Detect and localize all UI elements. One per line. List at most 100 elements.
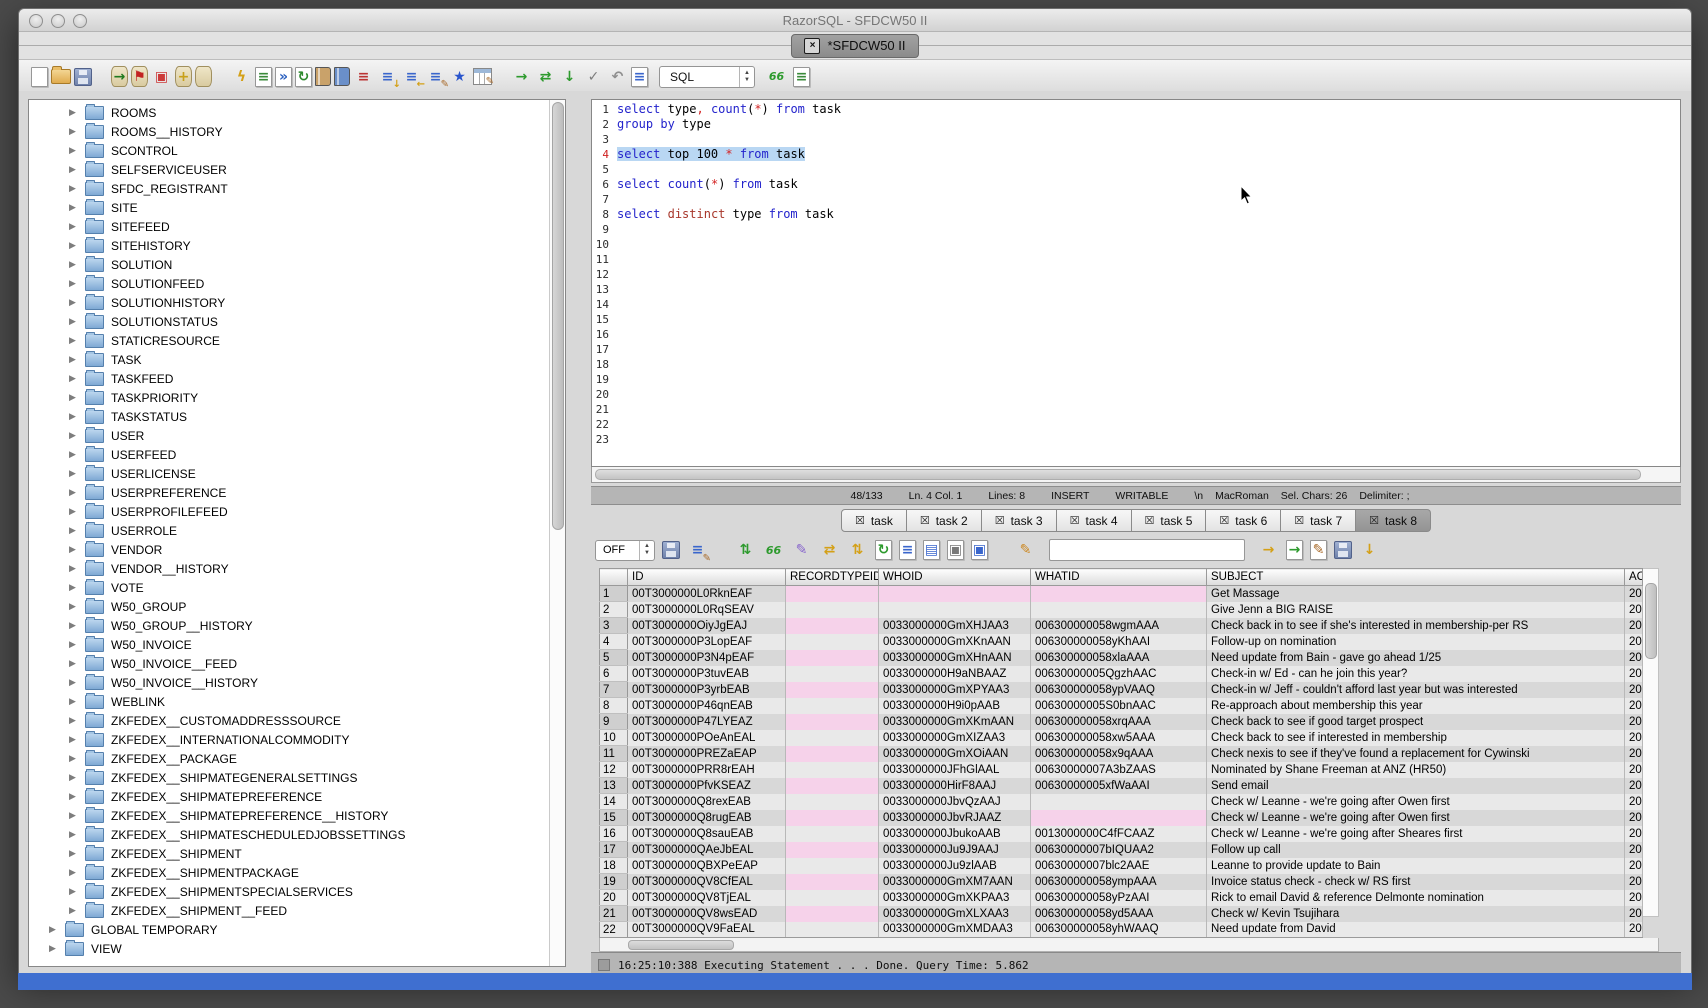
tab-close-icon[interactable]: ☒ [1219,514,1229,527]
grid-column-header[interactable]: SUBJECT [1207,569,1625,586]
grid-cell[interactable]: Check back to see if good target prospec… [1207,714,1625,730]
grid-cell[interactable]: 200 [1625,714,1643,730]
result-tab[interactable]: ☒task 6 [1206,509,1281,532]
disclosure-triangle-icon[interactable]: ▶ [69,564,78,574]
grid-cell[interactable] [786,794,879,810]
limit-select[interactable]: OFF ▲▼ [595,540,655,561]
disclosure-triangle-icon[interactable]: ▶ [69,716,78,726]
grid-cell[interactable]: 006300000058yhWAAQ [1031,922,1207,938]
grid-cell[interactable]: 200 [1625,890,1643,906]
result-tab[interactable]: ☒task 2 [907,509,982,532]
tree-item[interactable]: ▶SOLUTIONFEED [29,274,565,293]
connect-icon[interactable]: → [111,66,128,87]
tab-close-icon[interactable]: ☒ [995,514,1005,527]
disclosure-triangle-icon[interactable]: ▶ [69,678,78,688]
copy-pencil-icon[interactable]: ✎ [791,540,812,561]
grid-cell[interactable]: 200 [1625,618,1643,634]
grid-cell[interactable]: Follow up call [1207,842,1625,858]
grid-cell[interactable] [786,874,879,890]
grid-cell[interactable]: 006300000058yd5AAA [1031,906,1207,922]
table-row[interactable]: 1000T3000000POeAnEAL0033000000GmXIZAA300… [600,730,1643,746]
grid-cell[interactable] [786,778,879,794]
grid-cell[interactable]: 006300000058xlaAAA [1031,650,1207,666]
grid-cell[interactable]: 00630000007blc2AAE [1031,858,1207,874]
grid-cell[interactable]: 200 [1625,858,1643,874]
disclosure-triangle-icon[interactable]: ▶ [69,184,78,194]
grid-cell[interactable]: 00T3000000PfvKSEAZ [628,778,786,794]
grid-cell[interactable]: 0033000000JFhGlAAL [879,762,1031,778]
grid-cell[interactable] [879,602,1031,618]
disclosure-triangle-icon[interactable]: ▶ [69,507,78,517]
grid-cell[interactable] [786,682,879,698]
grid-cell[interactable] [786,842,879,858]
grid-hscrollbar[interactable] [599,938,1659,952]
grid-cell[interactable]: 00T3000000QV8wsEAD [628,906,786,922]
tree-item[interactable]: ▶ZKFEDEX__SHIPMENTPACKAGE [29,863,565,882]
grid-cell[interactable]: 006300000058xw5AAA [1031,730,1207,746]
result-grid[interactable]: IDRECORDTYPEIDWHOIDWHATIDSUBJECTAC100T30… [599,568,1643,938]
grid-cell[interactable]: Nominated by Shane Freeman at ANZ (HR50) [1207,762,1625,778]
result-tab[interactable]: ☒task 4 [1057,509,1132,532]
align-lines-icon[interactable]: ≡← [401,66,422,87]
disclosure-triangle-icon[interactable]: ▶ [69,241,78,251]
grid-cell[interactable]: Need update from Bain - gave go ahead 1/… [1207,650,1625,666]
grid-cell[interactable]: 200 [1625,746,1643,762]
grid-cell[interactable] [786,746,879,762]
disclosure-triangle-icon[interactable]: ▶ [69,906,78,916]
grid-cell[interactable] [786,730,879,746]
grid-cell[interactable]: 0033000000JbukoAAB [879,826,1031,842]
tree-item[interactable]: ▶W50_GROUP [29,597,565,616]
grid-cell[interactable]: 00T3000000QV9FaEAL [628,922,786,938]
table-row[interactable]: 300T3000000OiyJgEAJ0033000000GmXHJAA3006… [600,618,1643,634]
disconnect-icon[interactable]: ⚑ [131,66,148,87]
tree-scrollbar-thumb[interactable] [552,102,564,530]
table-row[interactable]: 700T3000000P3yrbEAB0033000000GmXPYAA3006… [600,682,1643,698]
tree-item[interactable]: ▶ZKFEDEX__SHIPMENT__FEED [29,901,565,920]
grid-cell[interactable]: Send email [1207,778,1625,794]
download-icon[interactable]: ↓ [1359,540,1380,561]
execute-bolt-icon[interactable]: ϟ [231,66,252,87]
result-tab[interactable]: ☒task 7 [1281,509,1356,532]
grid-cell[interactable]: 00T3000000P3yrbEAB [628,682,786,698]
grid-cell[interactable]: Need update from David [1207,922,1625,938]
disclosure-triangle-icon[interactable]: ▶ [69,317,78,327]
tree-item[interactable]: ▶VOTE [29,578,565,597]
export-page-icon[interactable]: » [275,67,292,87]
grid-cell[interactable] [786,714,879,730]
history-list-icon[interactable]: ≡ [353,66,374,87]
disclosure-triangle-icon[interactable]: ▶ [69,792,78,802]
disclosure-triangle-icon[interactable]: ▶ [69,602,78,612]
tree-item[interactable]: ▶ZKFEDEX__SHIPMENT [29,844,565,863]
grid-cell[interactable]: 00T3000000P3N4pEAF [628,650,786,666]
grid-cell[interactable]: Check-in w/ Jeff - couldn't afford last … [1207,682,1625,698]
table-row[interactable]: 1900T3000000QV8CfEAL0033000000GmXM7AAN00… [600,874,1643,890]
new-connection-icon[interactable]: + [175,66,192,87]
tree-item[interactable]: ▶SOLUTIONSTATUS [29,312,565,331]
document-tab[interactable]: × *SFDCW50 II [791,34,918,58]
result-tab[interactable]: ☒task [841,509,907,532]
table-row[interactable]: 2100T3000000QV8wsEAD0033000000GmXLXAA300… [600,906,1643,922]
grid-cell[interactable]: Check nexis to see if they've found a re… [1207,746,1625,762]
disclosure-triangle-icon[interactable]: ▶ [69,450,78,460]
editor-hscrollbar[interactable] [591,467,1681,483]
disclosure-triangle-icon[interactable]: ▶ [49,944,58,954]
disclosure-triangle-icon[interactable]: ▶ [69,849,78,859]
grid-search-input[interactable] [1049,539,1245,561]
table-row[interactable]: 1200T3000000PRR8rEAH0033000000JFhGlAAL00… [600,762,1643,778]
grid-cell[interactable] [786,618,879,634]
grid-cell[interactable]: 0033000000GmXIZAA3 [879,730,1031,746]
log-note-icon[interactable]: ≡ [631,67,648,87]
grid-cell[interactable]: 00T3000000OiyJgEAJ [628,618,786,634]
zoom-window-button[interactable] [73,14,87,28]
grid-cell[interactable]: 200 [1625,842,1643,858]
grid-column-header[interactable]: AC [1625,569,1643,586]
grid-cell[interactable]: 200 [1625,810,1643,826]
disclosure-triangle-icon[interactable]: ▶ [69,165,78,175]
grid-cell[interactable]: 200 [1625,778,1643,794]
form-page-icon[interactable]: ▤ [923,540,940,560]
disclosure-triangle-icon[interactable]: ▶ [69,127,78,137]
grid-cell[interactable]: 0033000000GmXHJAA3 [879,618,1031,634]
document-tab-close-icon[interactable]: × [804,38,820,54]
tree-item[interactable]: ▶ZKFEDEX__SHIPMATESCHEDULEDJOBSSETTINGS [29,825,565,844]
highlighter-icon[interactable]: ✎ [1015,540,1036,561]
